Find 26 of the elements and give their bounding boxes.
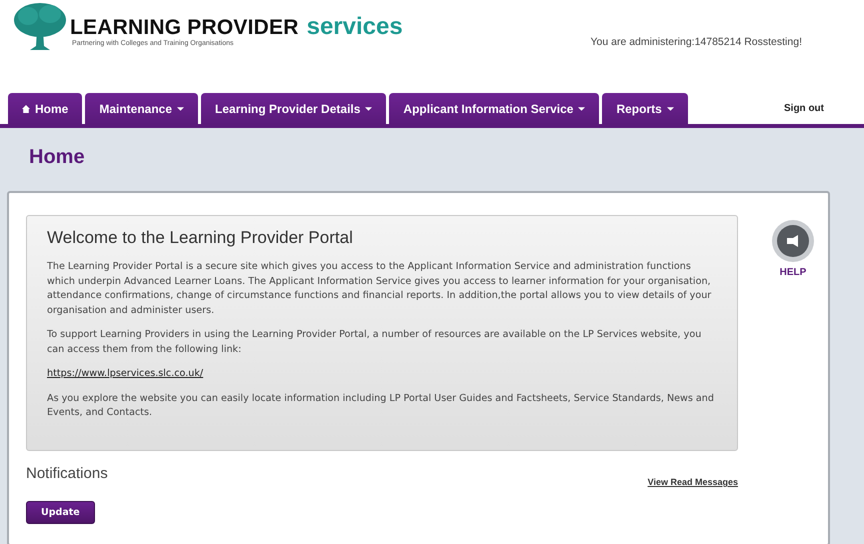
update-button[interactable]: Update bbox=[26, 501, 95, 524]
paragraph: To support Learning Providers in using the Learning Provider Portal, a number of resources are available on the LP Services website, you can access them from the following link: bbox=[47, 328, 702, 356]
home-icon bbox=[22, 104, 30, 112]
nav-tab[interactable]: Learning Provider Details bbox=[201, 93, 386, 124]
website-link[interactable]: https://www.lpservices.slc.co.uk/ bbox=[47, 368, 204, 379]
welcome-title: Welcome to the Learning Provider Portal bbox=[47, 228, 354, 248]
nav-tab[interactable]: Reports bbox=[602, 93, 688, 124]
tree-logo-icon bbox=[12, 2, 68, 52]
paragraph: The Learning Provider Portal is a secure site which gives you access to the Applicant Information Service and administration functions which underpin Advanced Learner Loans. The Applicant Information Service gives you access to learner information for your organisation, attendance confirmations, change of circumstance functions and financial reports. In addition,the portal allows you to view details of your organisation and administer users. bbox=[47, 260, 712, 318]
sign-out-link[interactable]: Sign out bbox=[784, 103, 824, 114]
notifications-heading: Notifications bbox=[26, 465, 108, 484]
admin-notice: You are administering:14785214 Rosstesting! bbox=[590, 36, 802, 48]
nav-tab[interactable]: Applicant Information Service bbox=[389, 93, 600, 124]
help-label[interactable]: HELP bbox=[780, 267, 806, 278]
paragraph: As you explore the website you can easily locate information including LP Portal User Guides and Factsheets, Service Standards, News and Events, and Contacts. bbox=[47, 392, 715, 420]
brand-name: LEARNING PROVIDER bbox=[70, 16, 299, 40]
caret-icon bbox=[578, 106, 586, 110]
brand-accent: services bbox=[306, 15, 403, 39]
caret-icon bbox=[666, 106, 674, 110]
nav-tab[interactable]: Home bbox=[8, 93, 82, 124]
nav-tab[interactable]: Maintenance bbox=[85, 93, 198, 124]
page-title: Home bbox=[28, 145, 86, 170]
view-read-messages-link[interactable]: View Read Messages bbox=[648, 477, 738, 487]
caret-icon bbox=[177, 106, 184, 110]
caret-icon bbox=[365, 106, 372, 110]
help-megaphone-icon[interactable] bbox=[771, 219, 815, 263]
